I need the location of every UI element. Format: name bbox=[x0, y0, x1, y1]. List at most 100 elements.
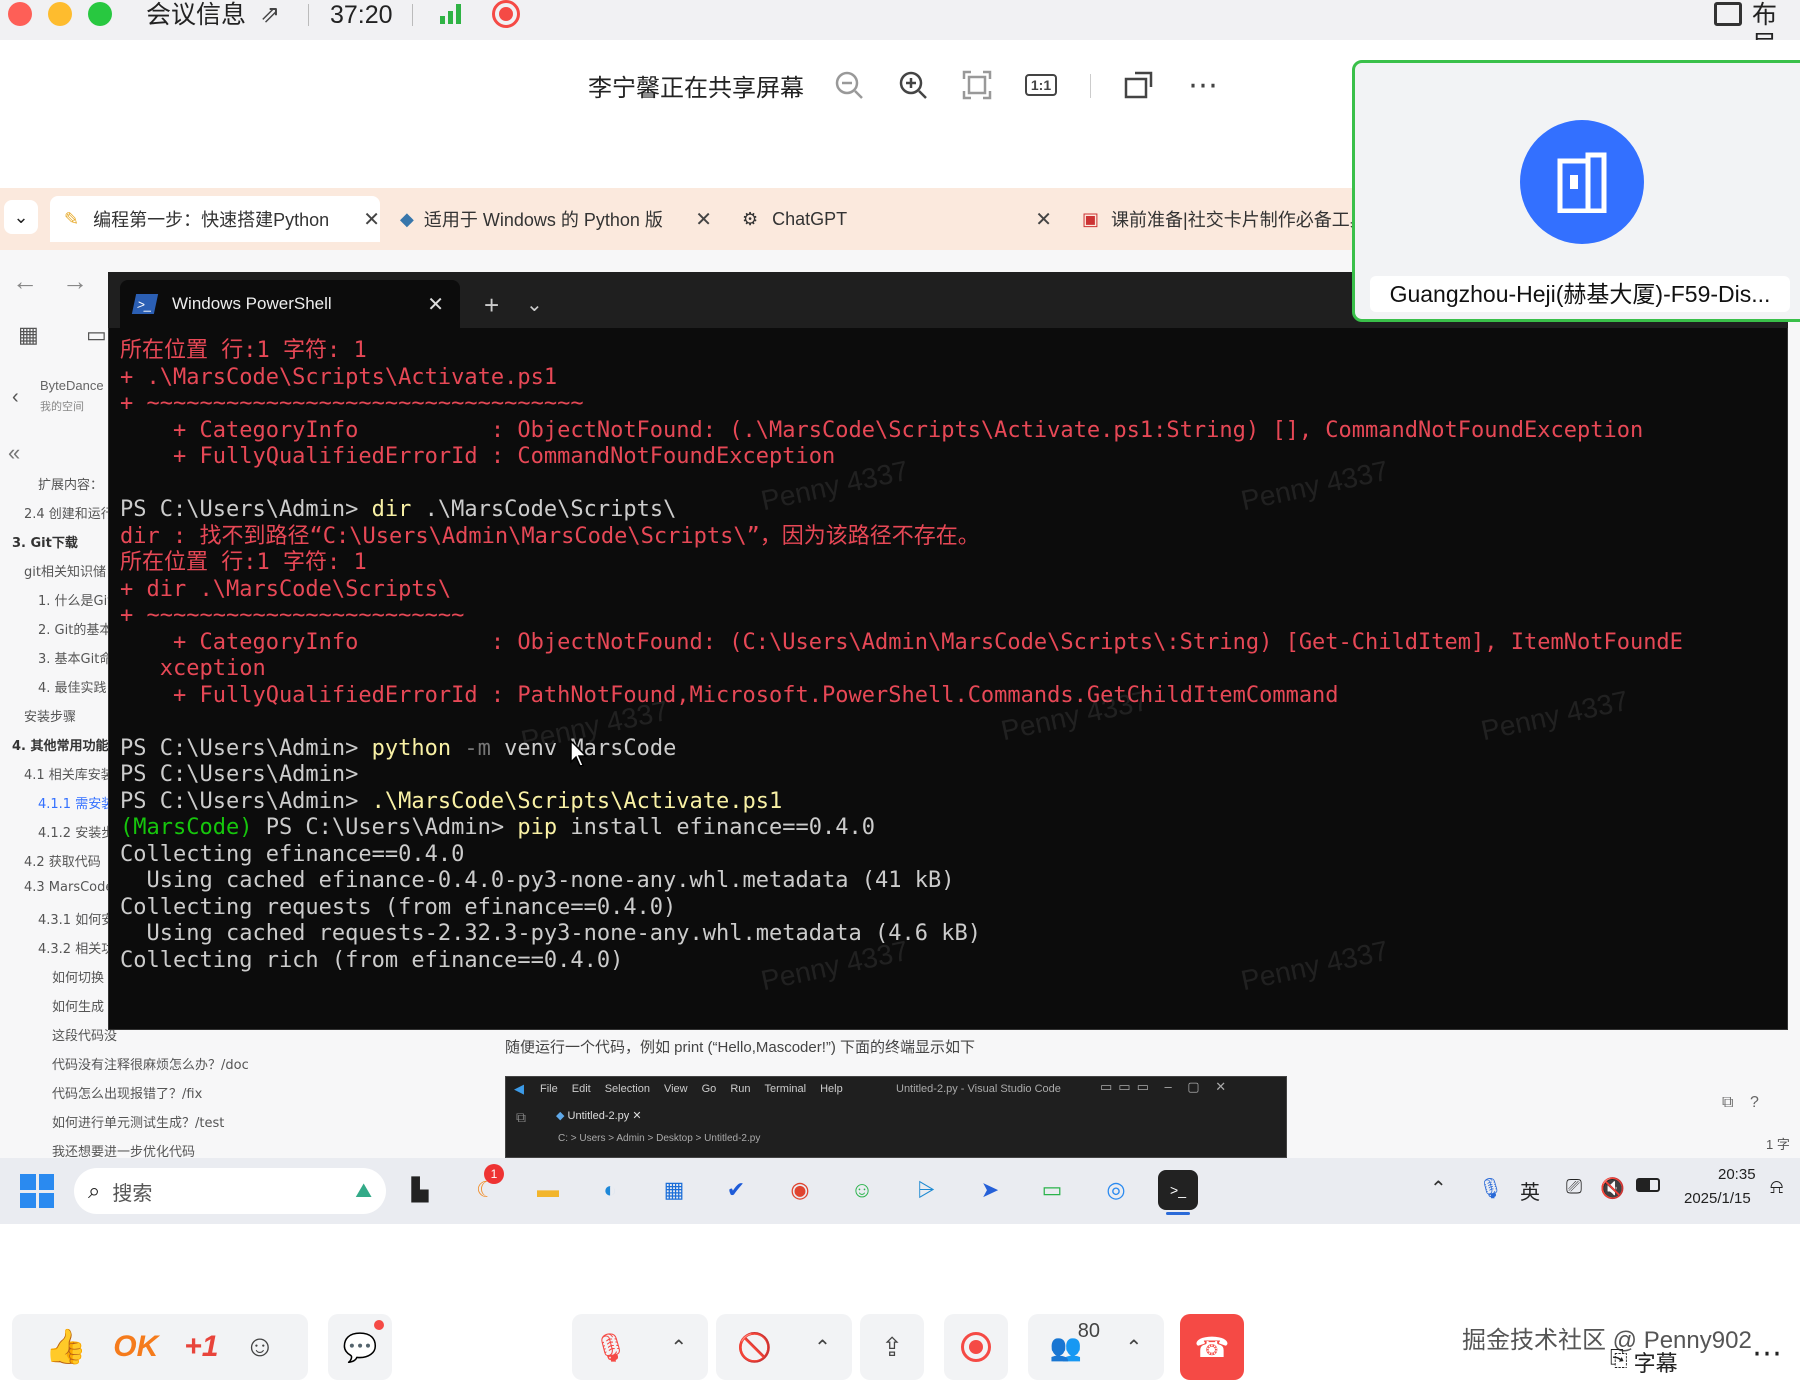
edge-browser-icon[interactable]: ◐ bbox=[590, 1170, 630, 1210]
app-icon[interactable]: ➤ bbox=[970, 1170, 1010, 1210]
tab-close-icon[interactable]: ✕ bbox=[695, 207, 712, 232]
outline-item[interactable]: 4.1.2 安装步 bbox=[38, 822, 114, 841]
outline-item[interactable]: 安装步骤 bbox=[24, 706, 76, 725]
window-maximize-button[interactable] bbox=[88, 2, 112, 26]
taskbar-search-box[interactable]: ⌕ 搜索 ⛰ bbox=[74, 1168, 386, 1214]
popout-window-icon[interactable] bbox=[1122, 68, 1156, 102]
outline-item[interactable]: 扩展内容： bbox=[38, 474, 103, 493]
outline-item[interactable]: 4.2 获取代码 bbox=[24, 851, 101, 870]
window-close-button[interactable] bbox=[8, 2, 32, 26]
vscode-screenshot-image: ◀ File Edit Selection View Go Run Terminal Help… bbox=[505, 1076, 1287, 1158]
browser-tab-python-setup[interactable]: ✎ 编程第一步：快速搭建Python ✕ bbox=[50, 196, 380, 242]
fit-screen-icon[interactable] bbox=[960, 68, 994, 102]
ok-reaction-button[interactable]: OK bbox=[113, 1330, 158, 1364]
zoom-in-icon[interactable] bbox=[896, 68, 930, 102]
more-options-icon[interactable]: ⋯ bbox=[1752, 1336, 1782, 1371]
camera-options-chevron-icon[interactable]: ⌃ bbox=[814, 1335, 831, 1360]
vscode-logo-icon: ◀ bbox=[514, 1081, 524, 1096]
more-options-icon[interactable]: ⋯ bbox=[1186, 68, 1220, 102]
microphone-icon[interactable]: 🎙 bbox=[1478, 1176, 1503, 1201]
powershell-tab[interactable]: >_ Windows PowerShell ✕ bbox=[120, 280, 460, 328]
outline-item[interactable]: 如何切换 bbox=[52, 967, 104, 986]
windows-start-icon[interactable] bbox=[20, 1174, 54, 1208]
file-explorer-icon[interactable]: ▬ bbox=[528, 1170, 568, 1210]
notification-bell-icon[interactable]: ⍾ bbox=[1770, 1176, 1783, 1199]
outline-item[interactable]: 代码怎么出现报错了？/fix bbox=[52, 1083, 202, 1102]
outline-item[interactable]: 4.1 相关库安装 bbox=[24, 764, 114, 783]
outline-item[interactable]: 2.4 创建和运行 bbox=[24, 503, 114, 522]
powershell-output[interactable]: 所在位置 行:1 字符: 1 + .\MarsCode\Scripts\Activ… bbox=[120, 338, 1780, 1018]
app-icon[interactable]: ✔ bbox=[716, 1170, 756, 1210]
clock-time[interactable]: 20:35 bbox=[1718, 1166, 1756, 1183]
window-minimize-button[interactable] bbox=[48, 2, 72, 26]
meeting-info-button[interactable]: 会议信息 bbox=[146, 0, 246, 30]
hang-up-button[interactable]: ☎ bbox=[1180, 1314, 1244, 1380]
help-icon[interactable]: ? bbox=[1750, 1094, 1759, 1112]
tab-list-chevron-icon[interactable]: ⌄ bbox=[4, 200, 38, 234]
remote-desktop-icon[interactable]: ▭ bbox=[1032, 1170, 1072, 1210]
forward-arrow-icon[interactable]: → bbox=[62, 266, 88, 297]
emoji-picker-icon[interactable]: ☺ bbox=[244, 1330, 275, 1364]
wechat-icon[interactable]: ☺ bbox=[842, 1170, 882, 1210]
terminal-line: Collecting rich (from efinance==0.4.0) bbox=[120, 948, 1780, 975]
browser-tab-chatgpt[interactable]: ⚙ ChatGPT ✕ bbox=[742, 196, 1052, 242]
apps-grid-icon[interactable]: ▦ bbox=[18, 322, 39, 348]
outline-item[interactable]: 3. Git下载 bbox=[12, 532, 78, 551]
record-button[interactable] bbox=[944, 1314, 1008, 1380]
tab-close-icon[interactable]: ✕ bbox=[427, 292, 444, 317]
new-tab-plus-icon[interactable]: + bbox=[484, 290, 499, 321]
plus-one-reaction-button[interactable]: +1 bbox=[184, 1330, 218, 1364]
layout-icon[interactable] bbox=[1714, 2, 1742, 26]
outline-item[interactable]: 3. 基本Git命 bbox=[38, 648, 112, 667]
tab-close-icon[interactable]: ✕ bbox=[1035, 207, 1052, 232]
vscode-explorer-icon: ⧉ bbox=[516, 1109, 526, 1125]
microphone-muted-icon[interactable]: 🎙 bbox=[593, 1331, 629, 1364]
outline-item[interactable]: git相关知识储 bbox=[24, 561, 106, 580]
zoom-out-icon[interactable] bbox=[832, 68, 866, 102]
tab-close-icon[interactable]: ✕ bbox=[363, 207, 380, 232]
signal-icon[interactable] bbox=[440, 4, 461, 24]
ime-indicator[interactable]: 英 bbox=[1520, 1176, 1540, 1205]
mute-volume-icon[interactable]: 🔇 bbox=[1600, 1176, 1625, 1201]
outline-item[interactable]: 4. 其他常用功能 bbox=[12, 735, 109, 754]
terminal-icon[interactable]: >_ bbox=[1158, 1170, 1198, 1210]
task-view-icon[interactable]: ▙ bbox=[400, 1170, 440, 1210]
tray-chevron-up-icon[interactable]: ⌃ bbox=[1430, 1176, 1447, 1201]
outline-item[interactable]: 4.3.2 相关功 bbox=[38, 938, 114, 957]
camera-off-icon[interactable]: 🚫 bbox=[737, 1331, 772, 1364]
copy-icon[interactable]: ⧉ bbox=[1722, 1094, 1733, 1112]
chat-button[interactable]: 💬 bbox=[328, 1314, 392, 1380]
actual-size-button[interactable]: 1:1 bbox=[1024, 68, 1058, 102]
network-icon[interactable]: ⎚ bbox=[1566, 1176, 1582, 1199]
microsoft-store-icon[interactable]: ▦ bbox=[654, 1170, 694, 1210]
outline-item[interactable]: 4.3.1 如何安 bbox=[38, 909, 114, 928]
chrome-icon[interactable]: ◉ bbox=[780, 1170, 820, 1210]
outline-item-active[interactable]: 4.1.1 需安装 bbox=[38, 793, 114, 812]
participants-chevron-icon[interactable]: ⌃ bbox=[1126, 1335, 1143, 1360]
clock-date[interactable]: 2025/1/15 bbox=[1684, 1190, 1751, 1207]
outline-item[interactable]: 4.3 MarsCode bbox=[24, 880, 113, 895]
mic-options-chevron-icon[interactable]: ⌃ bbox=[670, 1335, 687, 1360]
share-screen-button[interactable]: ⇪ bbox=[860, 1314, 924, 1380]
battery-icon[interactable] bbox=[1636, 1178, 1660, 1192]
outline-item[interactable]: 4. 最佳实践 bbox=[38, 677, 107, 696]
folder-icon[interactable]: ▭ bbox=[86, 322, 107, 348]
active-app-indicator bbox=[1166, 1212, 1190, 1215]
back-arrow-icon[interactable]: ← bbox=[12, 266, 38, 297]
browser-tab-python-windows[interactable]: ◆ 适用于 Windows 的 Python 版 ✕ bbox=[400, 196, 712, 242]
powershell-tab-title: Windows PowerShell bbox=[172, 294, 332, 313]
outline-item[interactable]: 如何进行单元测试生成？/test bbox=[52, 1112, 224, 1131]
vscode-icon[interactable]: ⩥ bbox=[906, 1170, 946, 1210]
tab-dropdown-chevron-icon[interactable]: ⌄ bbox=[526, 292, 543, 317]
outline-item[interactable]: 代码没有注释很麻烦怎么办？/doc bbox=[52, 1054, 249, 1073]
outline-item[interactable]: 1. 什么是Git bbox=[38, 590, 112, 609]
recording-icon[interactable] bbox=[492, 0, 520, 28]
browser-tab-course-prep[interactable]: ▣ 课前准备|社交卡片制作必备工具 bbox=[1082, 196, 1352, 242]
participants-icon[interactable]: 👥 80 bbox=[1050, 1320, 1100, 1363]
outline-item[interactable]: 2. Git的基本 bbox=[38, 619, 112, 638]
share-link-icon[interactable]: ⇗ bbox=[260, 0, 280, 29]
thumbs-up-reaction-icon[interactable]: 👍 bbox=[45, 1327, 87, 1367]
feishu-icon[interactable]: ◎ bbox=[1096, 1170, 1136, 1210]
captions-button[interactable]: ⎘ 字幕 bbox=[1610, 1346, 1678, 1378]
outline-item[interactable]: 如何生成 bbox=[52, 996, 104, 1015]
